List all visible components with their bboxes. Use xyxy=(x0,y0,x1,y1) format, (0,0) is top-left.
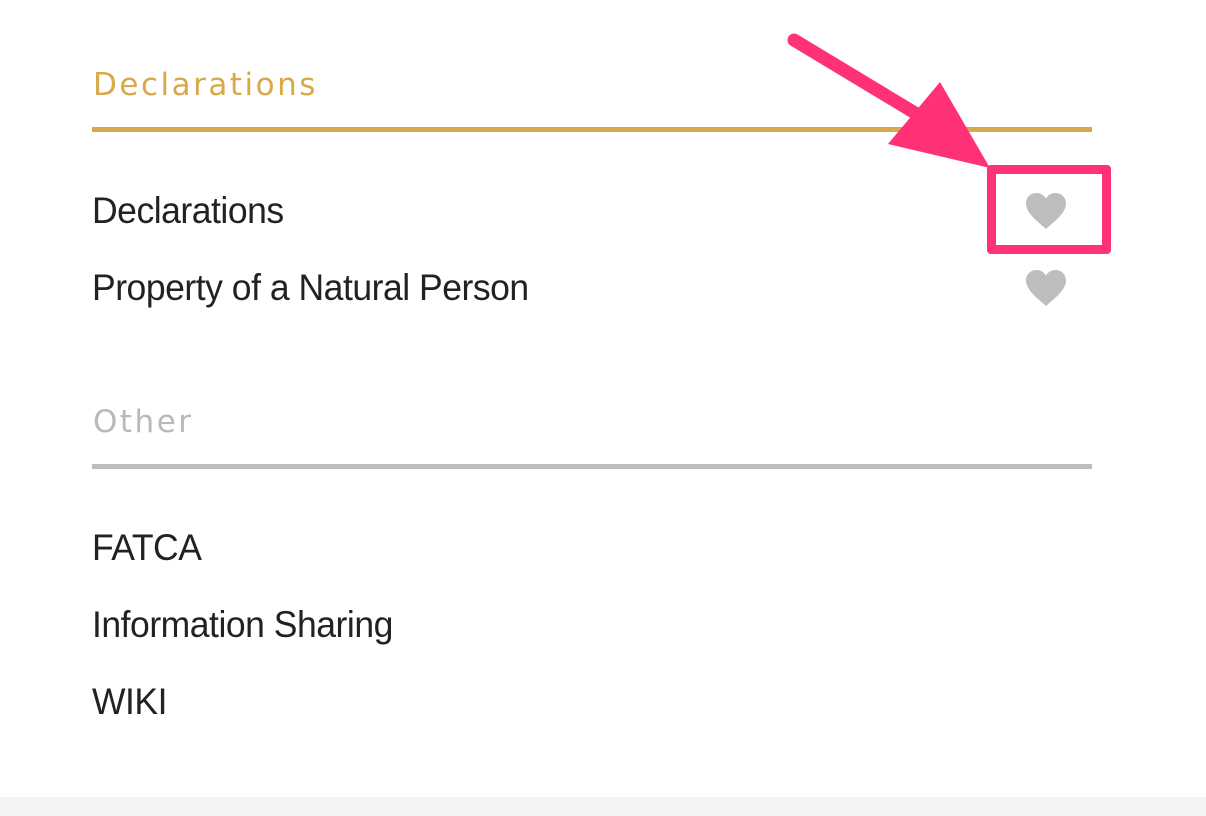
list-item-wiki[interactable]: WIKI xyxy=(92,674,1092,730)
list-item-label: Information Sharing xyxy=(92,604,393,645)
section-divider-other xyxy=(92,464,1092,469)
list-item-fatca[interactable]: FATCA xyxy=(92,520,1092,576)
footer-band xyxy=(0,797,1206,816)
list-item-information-sharing[interactable]: Information Sharing xyxy=(92,597,1092,653)
heart-icon[interactable] xyxy=(1022,264,1070,312)
list-item-label: Declarations xyxy=(92,190,284,231)
heart-icon-shape xyxy=(1026,270,1066,306)
list-item-declarations[interactable]: Declarations xyxy=(92,183,1092,239)
list-item-label: Property of a Natural Person xyxy=(92,267,529,308)
section-divider-declarations xyxy=(92,127,1092,132)
list-item-property-of-a-natural-person[interactable]: Property of a Natural Person xyxy=(92,260,1092,316)
annotation-highlight-box xyxy=(987,165,1111,254)
list-item-label: WIKI xyxy=(92,681,168,722)
section-heading-other: Other xyxy=(93,404,194,440)
section-heading-declarations: Declarations xyxy=(93,67,318,103)
list-item-label: FATCA xyxy=(92,527,202,568)
